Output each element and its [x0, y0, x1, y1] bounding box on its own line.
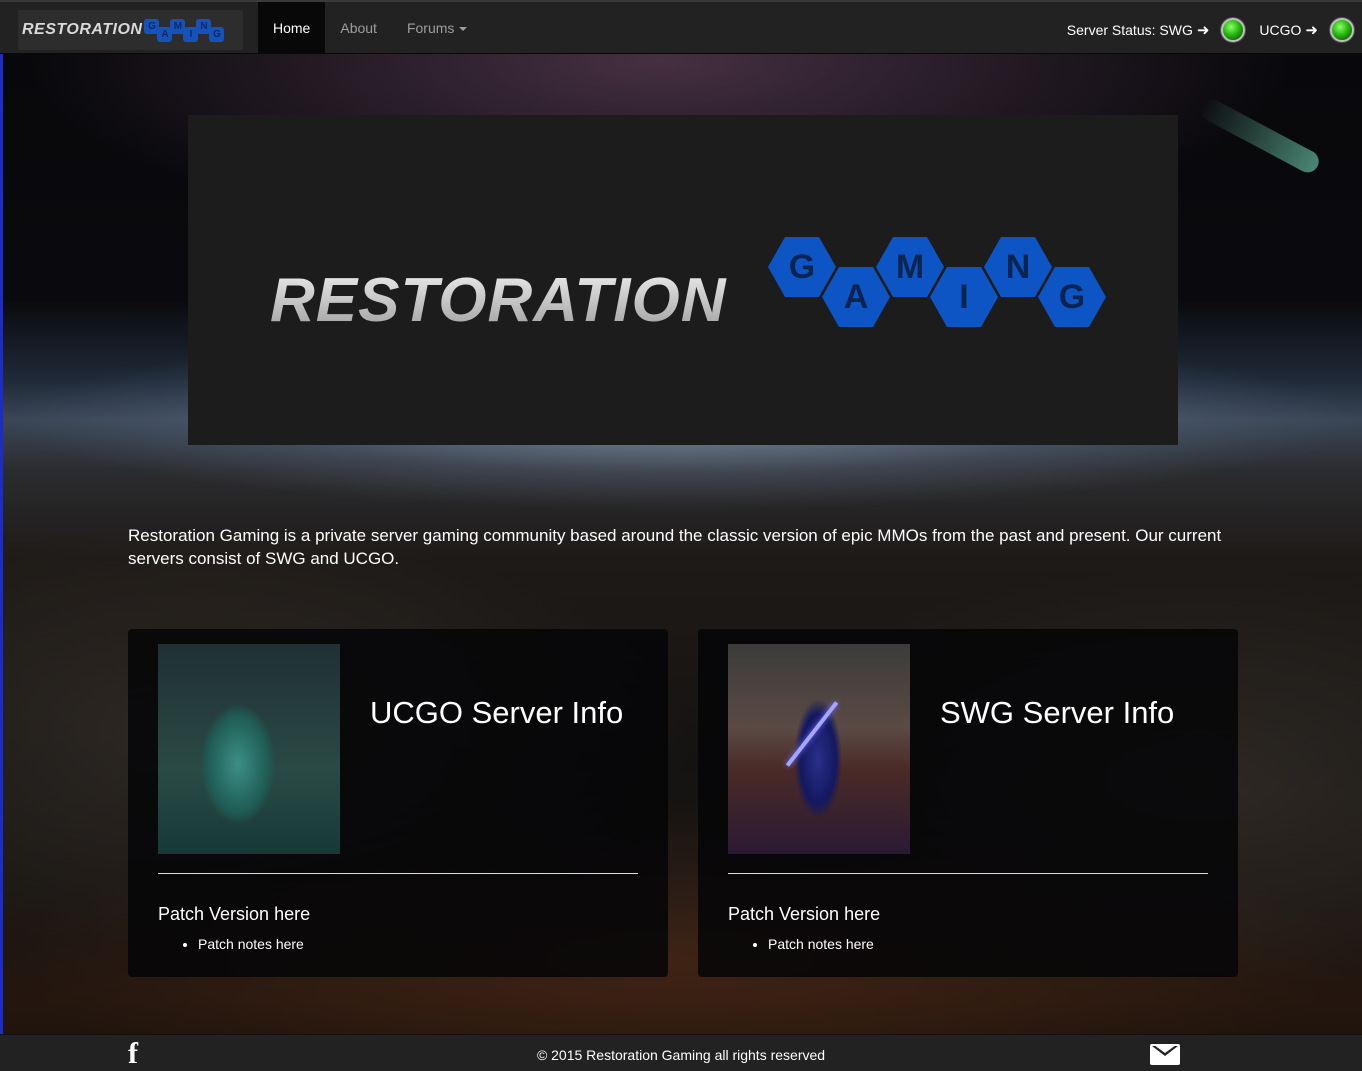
divider	[728, 873, 1208, 874]
swg-patch-version: Patch Version here	[728, 904, 881, 924]
hero-banner: RESTORATION G A M I N G	[188, 115, 1178, 445]
lightsaber-graphic	[785, 701, 839, 767]
ucgo-patch-notes: Patch notes here	[198, 936, 304, 952]
swg-status-light-icon	[1221, 18, 1246, 42]
ucgo-patch-version: Patch Version here	[158, 904, 311, 924]
brand-letter: G	[209, 26, 225, 42]
hero-logo-word: RESTORATION	[270, 266, 727, 335]
brand-letter: I	[183, 26, 199, 42]
swg-server-title[interactable]: SWG Server Info	[940, 695, 1174, 731]
brand-logo[interactable]: RESTORATION G A M I N G	[18, 10, 243, 50]
hero-logo-letter: M	[876, 237, 944, 297]
footer: f © 2015 Restoration Gaming all rights r…	[0, 1034, 1362, 1071]
nav-forums-label: Forums	[406, 20, 455, 36]
hero-logo-letter: G	[1038, 267, 1106, 327]
divider	[158, 873, 638, 874]
hero-logo-letter: I	[930, 267, 998, 327]
navbar: RESTORATION G A M I N G Home About Forum…	[0, 0, 1362, 54]
list-item: Patch notes here	[768, 936, 874, 952]
brand-letter: A	[157, 26, 173, 42]
hero-logo-letter: G	[768, 237, 836, 297]
background-comet	[1197, 95, 1323, 177]
brand-word: RESTORATION	[22, 21, 143, 38]
swg-patch-notes: Patch notes here	[768, 936, 874, 952]
window-edge	[0, 52, 3, 1034]
arrow-right-icon: ➜	[1305, 22, 1318, 39]
server-status: Server Status: SWG ➜ UCGO ➜	[1067, 18, 1354, 42]
main-nav: Home About Forums	[258, 2, 482, 54]
nav-home[interactable]: Home	[258, 2, 326, 54]
ucgo-status-light-icon	[1330, 18, 1354, 42]
ucgo-server-title[interactable]: UCGO Server Info	[370, 695, 623, 731]
intro-text: Restoration Gaming is a private server g…	[128, 526, 1222, 568]
server-status-label: Server Status: SWG	[1066, 22, 1193, 38]
hero-logo-letter: N	[984, 237, 1052, 297]
hero-logo-letter: A	[822, 267, 890, 327]
swg-server-panel: SWG Server Info Patch Version here Patch…	[698, 629, 1238, 977]
brand-hex-letters: G A M I N G	[144, 18, 225, 42]
envelope-icon[interactable]	[1150, 1044, 1180, 1065]
ucgo-thumbnail	[158, 644, 340, 854]
list-item: Patch notes here	[198, 936, 304, 952]
nav-about[interactable]: About	[325, 2, 392, 54]
nav-forums[interactable]: Forums	[392, 2, 482, 54]
ucgo-server-panel: UCGO Server Info Patch Version here Patc…	[128, 629, 668, 977]
swg-thumbnail	[728, 644, 910, 854]
caret-down-icon	[459, 27, 468, 32]
arrow-right-icon: ➜	[1196, 22, 1210, 39]
ucgo-status-label: UCGO	[1259, 22, 1302, 38]
